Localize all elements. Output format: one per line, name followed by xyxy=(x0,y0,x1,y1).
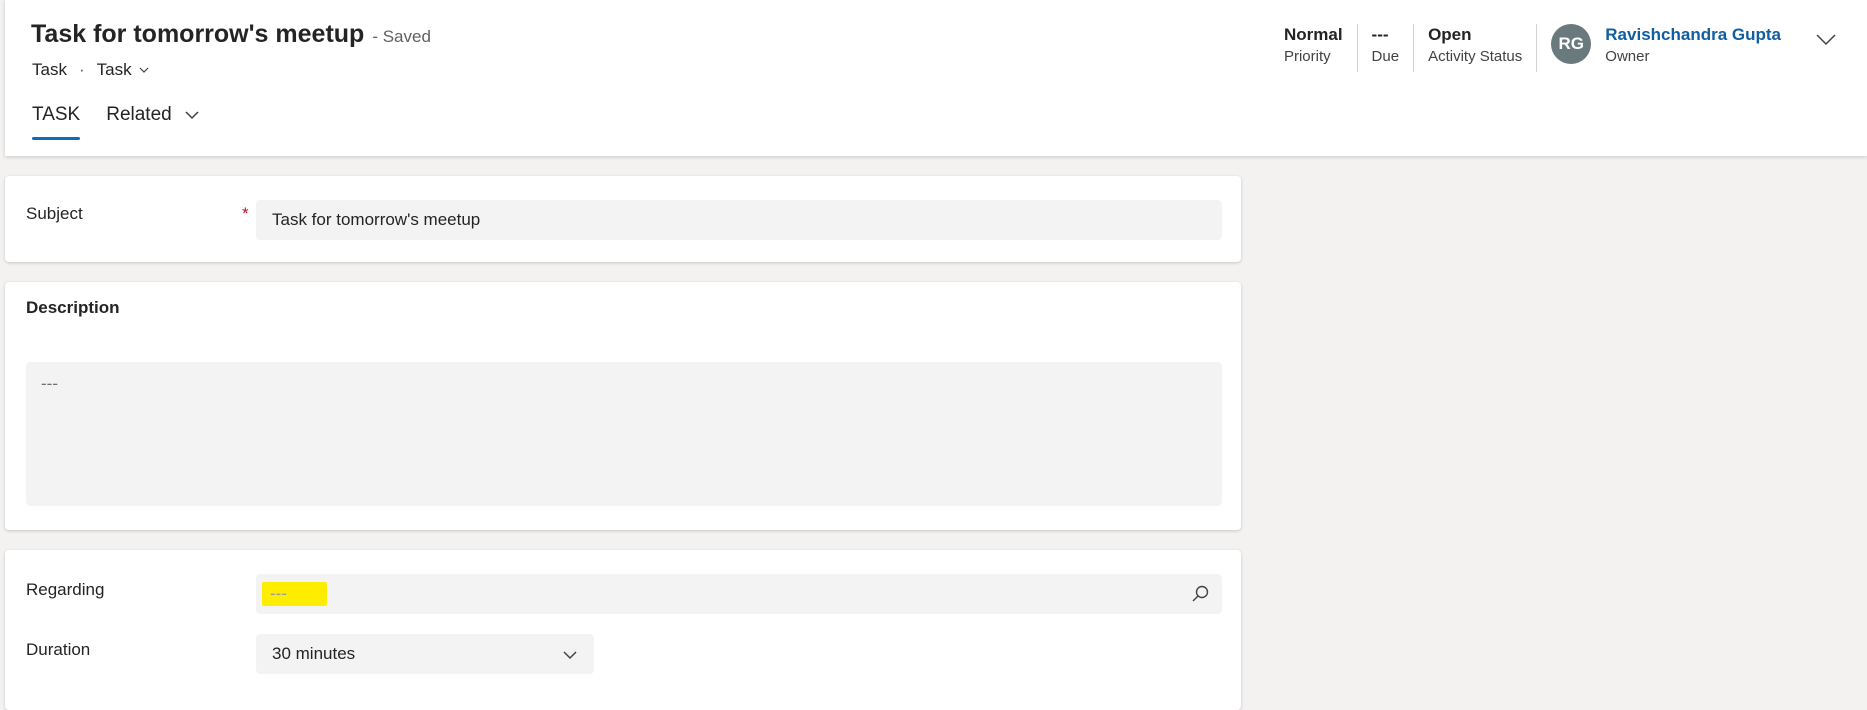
regarding-lookup-input[interactable]: --- xyxy=(256,574,1222,614)
activity-status-value: Open xyxy=(1428,25,1472,44)
duration-label: Duration xyxy=(26,640,91,659)
regarding-section: Regarding --- Duration 30 minutes xyxy=(5,550,1241,710)
tab-task-label: TASK xyxy=(32,104,81,125)
header-field-due[interactable]: --- Due xyxy=(1358,24,1415,72)
due-label: Due xyxy=(1371,48,1400,65)
entity-breadcrumb: Task · Task xyxy=(32,60,150,80)
chevron-down-icon xyxy=(139,67,149,73)
duration-select[interactable]: 30 minutes xyxy=(256,634,594,674)
title-row: Task for tomorrow's meetup - Saved xyxy=(31,20,431,49)
description-section: Description --- xyxy=(5,282,1241,530)
form-name: Task xyxy=(96,60,132,79)
description-title: Description xyxy=(26,298,120,317)
description-value: --- xyxy=(41,374,58,393)
record-header: Task for tomorrow's meetup - Saved Task … xyxy=(5,0,1867,156)
header-field-priority[interactable]: Normal Priority xyxy=(1270,24,1358,72)
subject-section: Subject * Task for tomorrow's meetup xyxy=(5,176,1241,262)
description-textarea[interactable]: --- xyxy=(26,362,1222,506)
required-indicator: * xyxy=(242,204,249,223)
record-title: Task for tomorrow's meetup xyxy=(31,20,365,48)
avatar: RG xyxy=(1551,24,1592,64)
tab-task[interactable]: TASK xyxy=(32,104,81,140)
owner-link[interactable]: Ravishchandra Gupta xyxy=(1605,24,1781,46)
header-expand-button[interactable] xyxy=(1815,28,1837,55)
due-value: --- xyxy=(1371,25,1389,44)
owner-label: Owner xyxy=(1605,48,1650,65)
activity-status-label: Activity Status xyxy=(1428,48,1523,65)
tab-list: TASK Related xyxy=(32,104,200,140)
form-selector[interactable]: Task xyxy=(97,60,150,80)
header-field-owner: RG Ravishchandra Gupta Owner xyxy=(1537,24,1781,72)
header-field-activity-status[interactable]: Open Activity Status xyxy=(1414,24,1538,72)
regarding-label: Regarding xyxy=(26,580,105,599)
separator: · xyxy=(78,60,85,79)
subject-value: Task for tomorrow's meetup xyxy=(272,210,481,229)
duration-value: 30 minutes xyxy=(272,644,356,663)
entity-name: Task xyxy=(32,60,67,79)
tab-related[interactable]: Related xyxy=(106,104,200,140)
chevron-down-icon xyxy=(185,111,199,120)
priority-value: Normal xyxy=(1283,25,1343,44)
subject-label: Subject xyxy=(26,204,83,223)
search-icon[interactable] xyxy=(1190,584,1210,604)
tab-related-label: Related xyxy=(106,104,172,125)
header-fields: Normal Priority --- Due Open Activity St… xyxy=(1270,24,1837,72)
regarding-value: --- xyxy=(262,582,327,606)
subject-input[interactable]: Task for tomorrow's meetup xyxy=(256,200,1222,240)
chevron-down-icon xyxy=(1816,34,1836,46)
chevron-down-icon xyxy=(563,651,577,660)
save-status: - Saved xyxy=(372,27,431,46)
priority-label: Priority xyxy=(1283,48,1331,65)
